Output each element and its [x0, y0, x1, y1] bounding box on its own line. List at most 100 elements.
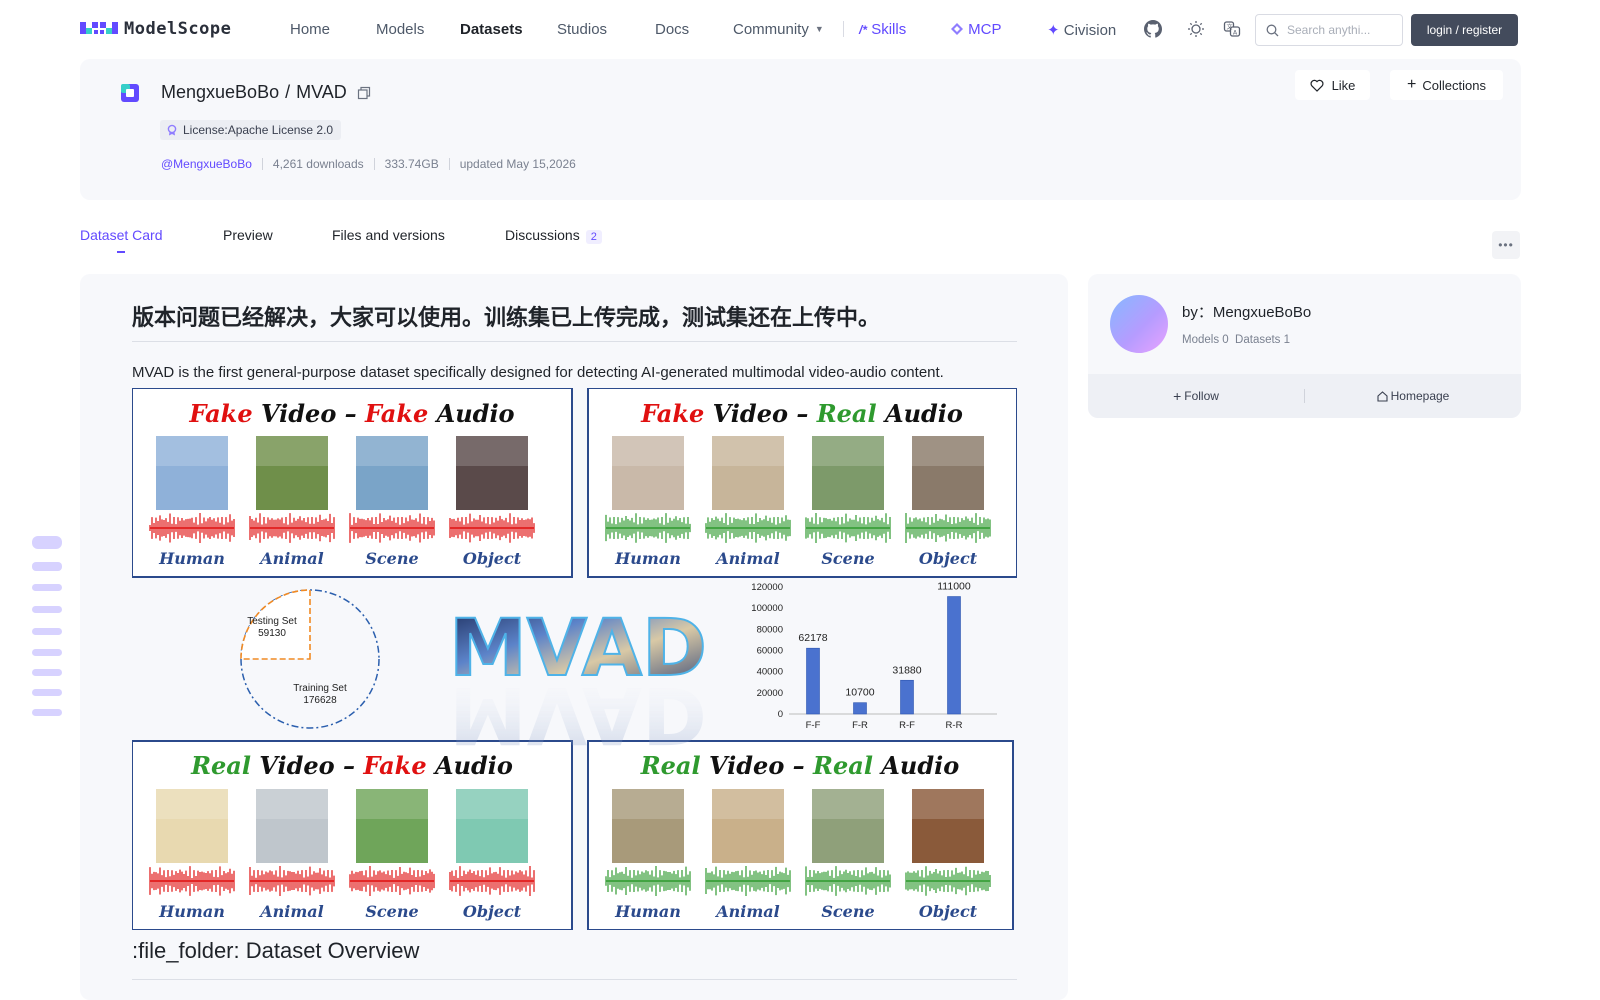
- testing-set-value: 59130: [258, 628, 286, 639]
- search-input[interactable]: [1287, 23, 1397, 37]
- thumbnail-highlight: [612, 789, 684, 819]
- tab-files-and-versions[interactable]: Files and versions: [332, 227, 445, 243]
- panel-title: Fake Video – Real Audio: [640, 399, 963, 428]
- github-icon[interactable]: [1143, 19, 1163, 39]
- title-slash: /: [285, 82, 291, 102]
- collections-button[interactable]: + Collections: [1390, 70, 1503, 100]
- nav-docs[interactable]: Docs: [655, 21, 689, 38]
- category-label: Animal: [258, 902, 324, 921]
- bar-r-f: [900, 679, 914, 715]
- thumbnail-highlight: [912, 436, 984, 466]
- heart-icon: [1310, 79, 1324, 92]
- homepage-button[interactable]: Homepage: [1305, 389, 1521, 403]
- toc-item[interactable]: [32, 606, 62, 613]
- search-box[interactable]: [1255, 14, 1403, 46]
- toc-item[interactable]: [32, 669, 62, 676]
- toc-item[interactable]: [32, 562, 62, 571]
- readme-heading: 版本问题已经解决，大家可以使用。训练集已上传完成，测试集还在上传中。: [132, 305, 881, 330]
- nav-mcp[interactable]: MCP: [950, 21, 1002, 38]
- bar-f-r: [853, 702, 867, 715]
- language-icon[interactable]: 文A: [1222, 19, 1242, 39]
- mvad-logo-reflection: MVAD: [449, 669, 707, 759]
- testing-set-label: Testing Set: [247, 616, 297, 627]
- toc-item[interactable]: [32, 709, 62, 716]
- top-navigation: ModelScope Home Models Datasets Studios …: [0, 0, 1600, 58]
- dataset-owner[interactable]: MengxueBoBo: [161, 82, 279, 103]
- sparkle-icon: ✦: [1047, 22, 1060, 39]
- nav-divider: [843, 21, 844, 37]
- thumbnail-highlight: [356, 436, 428, 466]
- readme-intro-paragraph: MVAD is the first general-purpose datase…: [132, 364, 944, 381]
- follow-button[interactable]: + Follow: [1088, 389, 1304, 403]
- category-label: Animal: [258, 549, 324, 568]
- train-test-split-diagram: Testing Set 59130 Training Set 176628: [240, 589, 380, 729]
- nav-community[interactable]: Community ▼: [733, 21, 824, 38]
- dataset-size: 333.74GB: [384, 157, 439, 171]
- x-tick-label: F-F: [806, 720, 821, 731]
- nav-civision[interactable]: ✦ Civision: [1047, 21, 1116, 39]
- avatar[interactable]: [1110, 295, 1168, 353]
- category-label: Object: [463, 549, 522, 568]
- bar-value-label: 31880: [892, 664, 921, 676]
- nav-studios[interactable]: Studios: [557, 21, 607, 38]
- category-label: Scene: [365, 902, 418, 921]
- login-register-button[interactable]: login / register: [1411, 14, 1518, 46]
- download-count: 4,261 downloads: [272, 157, 364, 171]
- owner-handle-link[interactable]: @MengxueBoBo: [161, 157, 252, 171]
- category-label: Object: [919, 549, 978, 568]
- toc-item[interactable]: [32, 689, 62, 696]
- author-stats: Models 0 Datasets 1: [1182, 334, 1291, 346]
- mcp-icon: [951, 23, 963, 35]
- y-tick-label: 120000: [751, 582, 783, 593]
- y-tick-label: 60000: [757, 646, 783, 657]
- home-icon: [1377, 390, 1388, 402]
- theme-toggle-icon[interactable]: [1186, 19, 1206, 39]
- nav-mcp-label: MCP: [968, 21, 1002, 38]
- y-tick-label: 40000: [757, 667, 783, 678]
- modelscope-logo[interactable]: ModelScope: [80, 18, 231, 40]
- tab-preview[interactable]: Preview: [223, 227, 273, 243]
- nav-datasets[interactable]: Datasets: [460, 21, 523, 38]
- ellipsis-icon: •••: [1498, 238, 1514, 252]
- nav-models[interactable]: Models: [376, 21, 424, 38]
- search-icon: [1266, 24, 1279, 36]
- overview-rule: [132, 979, 1017, 980]
- x-tick-label: R-R: [946, 720, 963, 731]
- active-tab-indicator: [117, 251, 125, 253]
- author-name[interactable]: by：MengxueBoBo: [1182, 301, 1311, 322]
- toc-item[interactable]: [32, 536, 62, 549]
- toc-item[interactable]: [32, 649, 62, 656]
- collections-label: Collections: [1422, 77, 1486, 93]
- bar-value-label: 10700: [845, 687, 874, 699]
- heading-rule: [132, 341, 1017, 342]
- license-tag[interactable]: License:Apache License 2.0: [160, 120, 342, 140]
- tab-discussions[interactable]: Discussions 2: [505, 227, 602, 244]
- nav-skills[interactable]: /* Skills: [859, 21, 906, 38]
- bar-f-f: [806, 647, 820, 715]
- nav-home[interactable]: Home: [290, 21, 330, 38]
- thumbnail-highlight: [712, 789, 784, 819]
- panel-title: Fake Video – Fake Audio: [188, 399, 514, 428]
- like-button[interactable]: Like: [1295, 70, 1370, 100]
- training-set-value: 176628: [303, 695, 337, 706]
- y-tick-label: 20000: [757, 688, 783, 699]
- toc-item[interactable]: [32, 584, 62, 591]
- meta-divider: [261, 158, 263, 170]
- more-options-button[interactable]: •••: [1492, 231, 1520, 259]
- x-tick-label: R-F: [899, 720, 915, 731]
- x-tick-label: F-R: [852, 720, 868, 731]
- thumbnail-highlight: [356, 789, 428, 819]
- category-label: Animal: [714, 902, 780, 921]
- bar-value-label: 62178: [798, 632, 827, 644]
- thumbnail-highlight: [456, 436, 528, 466]
- nav-civision-label: Civision: [1063, 22, 1117, 39]
- thumbnail-highlight: [812, 436, 884, 466]
- category-label: Object: [919, 902, 978, 921]
- tab-dataset-card[interactable]: Dataset Card: [80, 227, 162, 243]
- author-actions: + Follow Homepage: [1088, 374, 1521, 418]
- bar-r-r: [947, 596, 961, 715]
- dataset-overview-heading: :file_folder: Dataset Overview: [132, 938, 420, 963]
- copy-icon[interactable]: [357, 86, 371, 100]
- bar-value-label: 111000: [937, 581, 971, 593]
- toc-item[interactable]: [32, 628, 62, 635]
